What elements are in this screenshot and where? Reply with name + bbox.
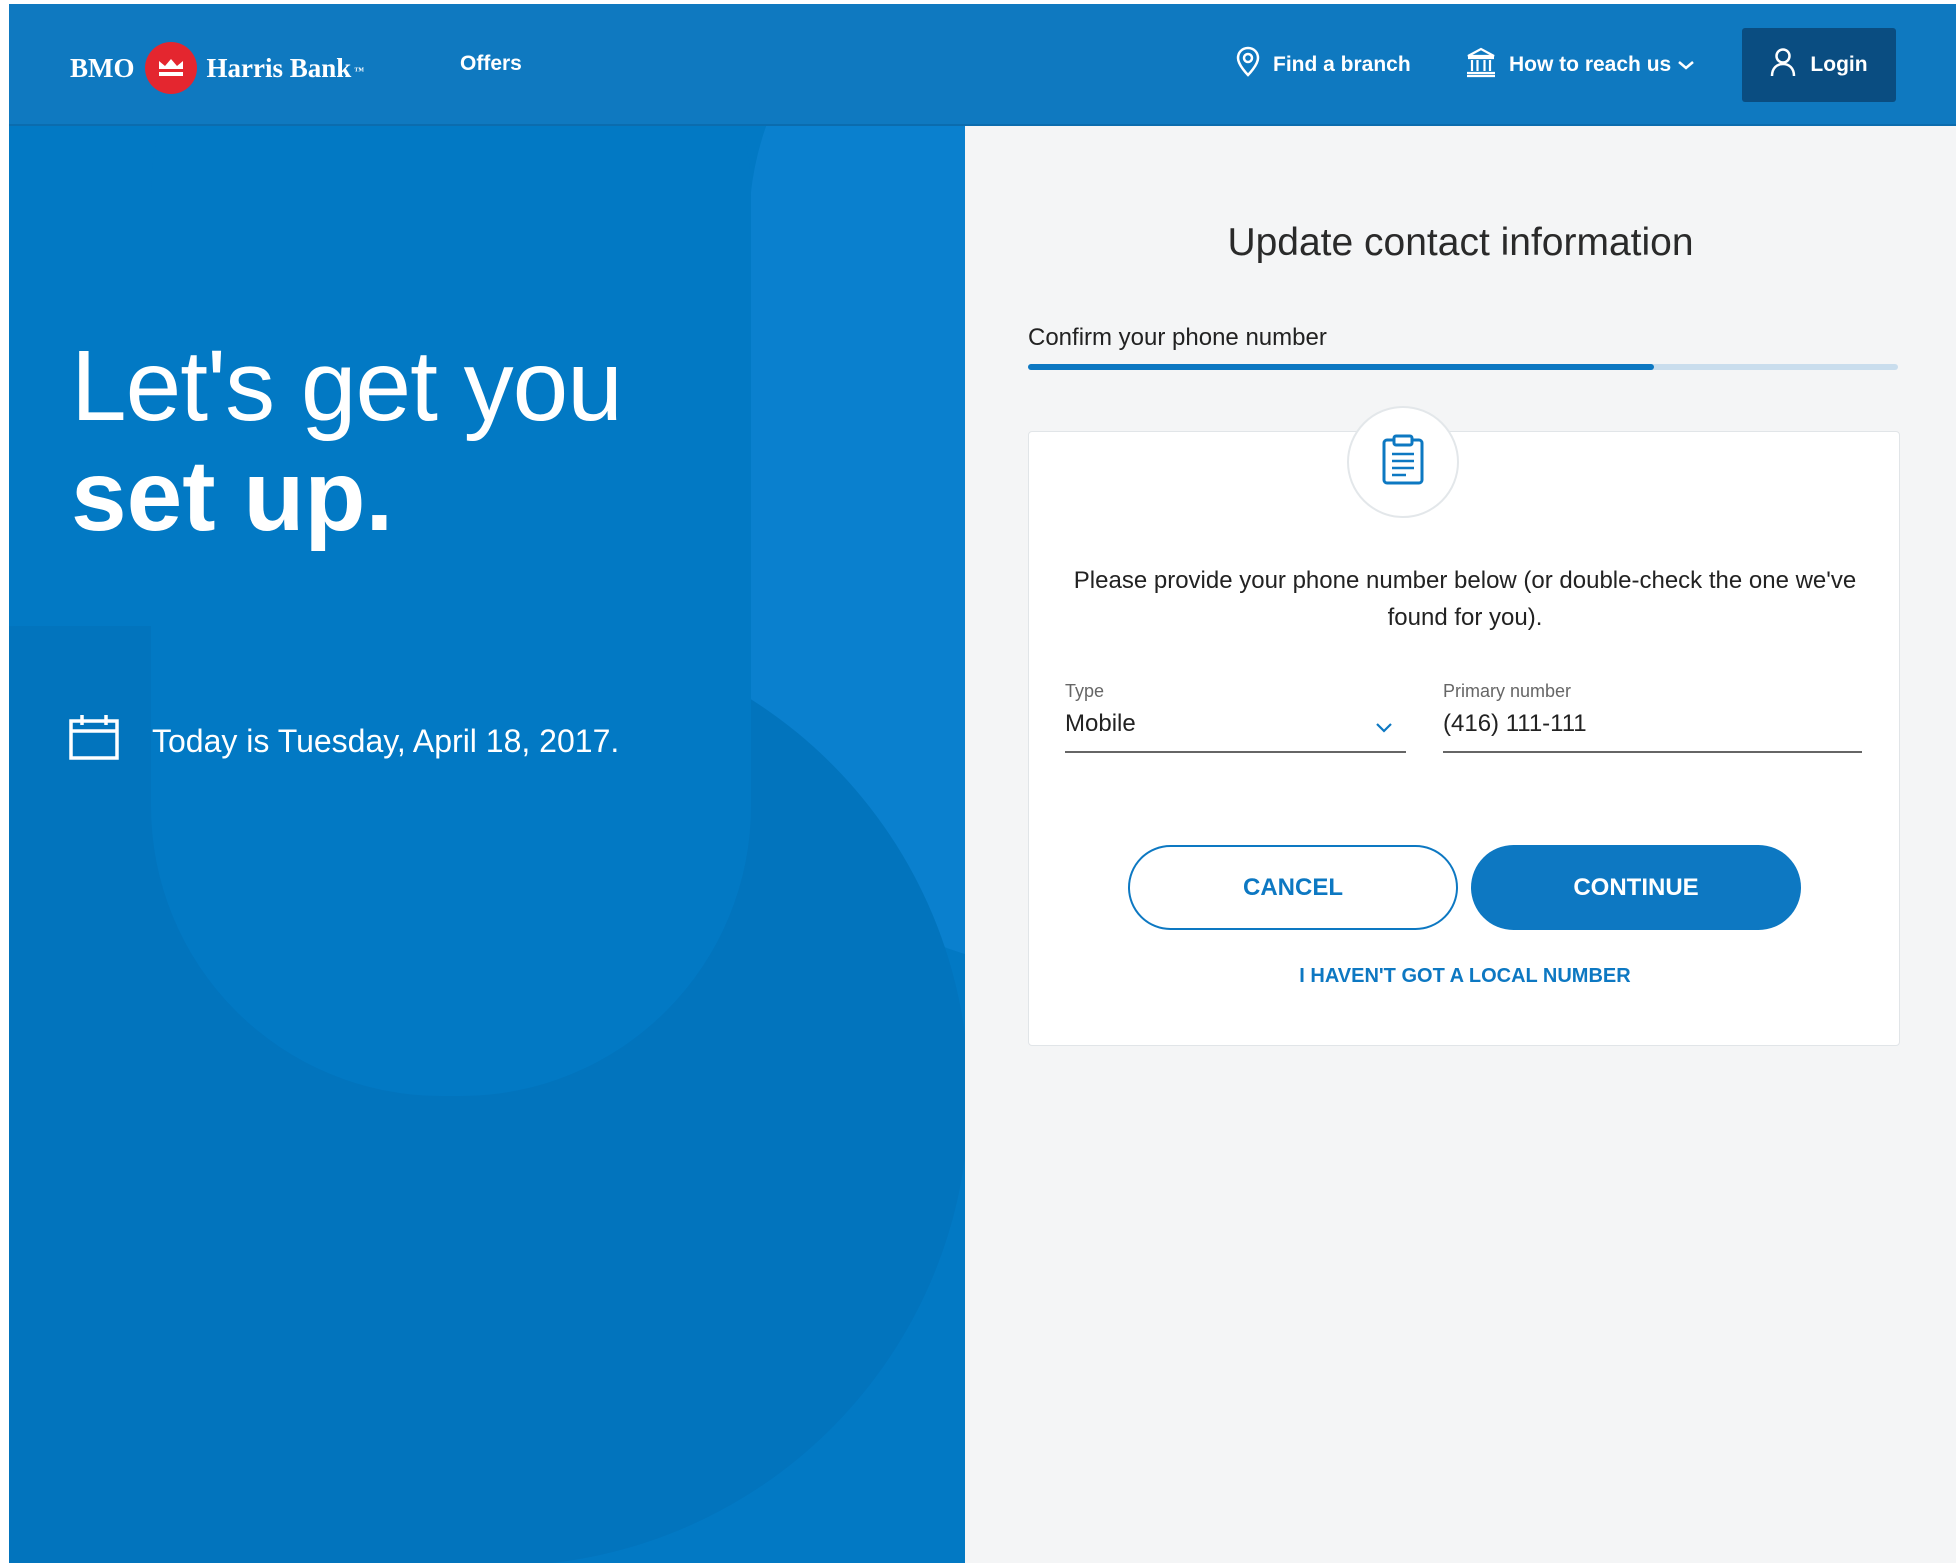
nav-find-branch-label: Find a branch: [1273, 53, 1411, 76]
nav-find-branch-link[interactable]: Find a branch: [1235, 46, 1411, 84]
today-date: Today is Tuesday, April 18, 2017.: [69, 714, 619, 768]
nav-offers-link[interactable]: Offers: [460, 52, 522, 76]
nav-how-to-reach-label: How to reach us: [1509, 53, 1672, 76]
bmo-roundel-icon: [144, 42, 197, 94]
brand-harris-text: Harris Bank: [206, 52, 352, 83]
hero-section: Let's get you set up. Today is Tuesday, …: [9, 126, 965, 1563]
nav-how-to-reach-menu[interactable]: How to reach us: [1465, 46, 1695, 84]
phone-form-card: Please provide your phone number below (…: [1028, 431, 1900, 1046]
top-navigation: BMO Harris Bank ™ Offers Find a branch H…: [9, 4, 1956, 126]
calendar-icon: [69, 714, 119, 768]
cancel-button[interactable]: CANCEL: [1128, 845, 1458, 930]
user-icon: [1770, 47, 1796, 83]
hero-heading: Let's get you set up.: [71, 330, 623, 552]
location-pin-icon: [1235, 46, 1261, 84]
chevron-down-icon: [1677, 53, 1695, 77]
primary-number-underline: [1443, 751, 1862, 753]
form-description: Please provide your phone number below (…: [1073, 567, 1857, 631]
clipboard-icon: [1380, 434, 1426, 491]
type-field-label: Type: [1065, 681, 1105, 701]
login-button[interactable]: Login: [1742, 28, 1896, 102]
login-label: Login: [1810, 53, 1868, 76]
brand-bmo-text: BMO: [70, 52, 135, 83]
page: BMO Harris Bank ™ Offers Find a branch H…: [9, 4, 1956, 1563]
bank-building-icon: [1465, 46, 1497, 84]
today-date-text: Today is Tuesday, April 18, 2017.: [152, 722, 620, 759]
hero-heading-line2: set up.: [71, 440, 394, 552]
hero-decoration: [151, 126, 751, 1096]
primary-number-input[interactable]: (416) 111-111: [1443, 710, 1587, 738]
contact-update-panel: Update contact information Confirm your …: [965, 126, 1956, 1563]
hero-heading-line1: Let's get you: [71, 330, 623, 442]
clipboard-badge: [1347, 406, 1459, 518]
primary-number-label: Primary number: [1443, 681, 1572, 701]
chevron-down-icon[interactable]: [1374, 720, 1394, 739]
continue-button[interactable]: CONTINUE: [1471, 845, 1801, 930]
brand-trademark: ™: [354, 65, 365, 77]
type-select-underline: [1065, 751, 1406, 753]
type-select[interactable]: Mobile: [1065, 710, 1136, 738]
no-local-number-link[interactable]: I HAVEN'T GOT A LOCAL NUMBER: [1029, 965, 1901, 988]
progress-bar: [1028, 364, 1898, 370]
bmo-harris-logo[interactable]: BMO Harris Bank ™: [70, 40, 364, 96]
progress-bar-fill: [1028, 364, 1655, 370]
step-label: Confirm your phone number: [1028, 324, 1327, 351]
page-title: Update contact information: [1227, 221, 1694, 264]
